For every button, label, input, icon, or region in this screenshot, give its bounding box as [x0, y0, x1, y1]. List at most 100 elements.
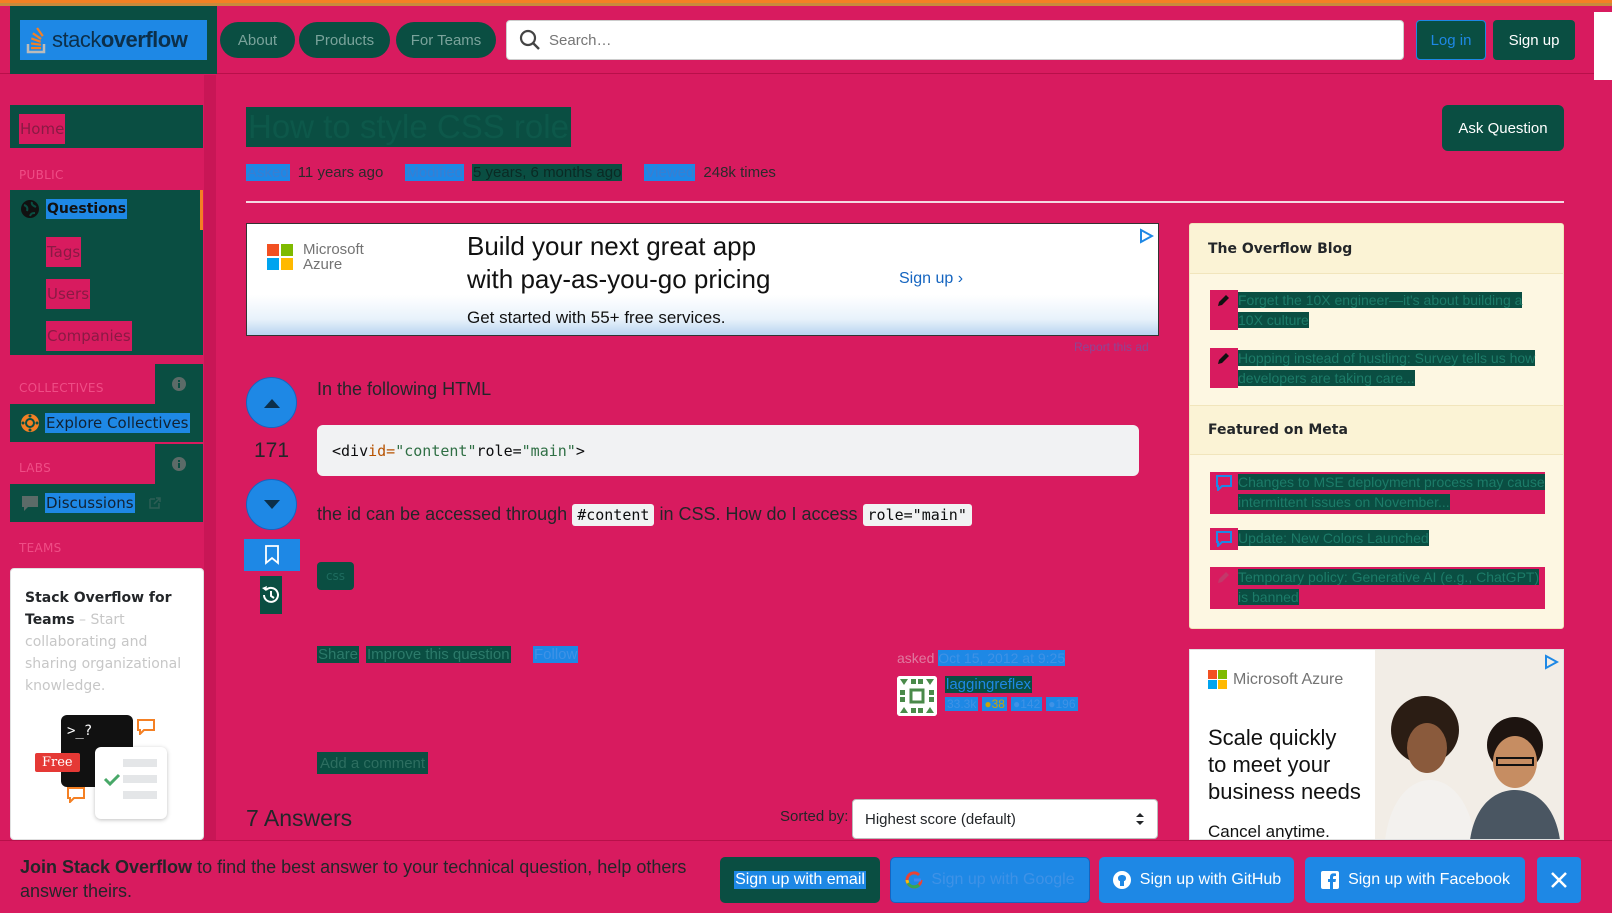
pencil-icon — [1218, 353, 1229, 364]
sort-select-value: Highest score (default) — [865, 810, 1016, 828]
modified-label: Modified — [405, 163, 465, 181]
vote-count: 171 — [253, 439, 290, 462]
external-link-icon — [148, 497, 161, 509]
question-body-text: the id can be accessed through #content … — [317, 504, 972, 526]
stackoverflow-logo[interactable]: stackoverflow — [20, 20, 207, 60]
sorted-by-label: Sorted by: — [780, 808, 849, 825]
overflow-blog-widget: The Overflow Blog Forget the 10X enginee… — [1189, 223, 1564, 629]
question-title[interactable]: How to style CSS role — [246, 107, 571, 147]
modified-value[interactable]: 5 years, 6 months ago — [472, 163, 623, 181]
meta-heading: Featured on Meta — [1190, 405, 1563, 455]
microsoft-logo-icon — [267, 244, 293, 270]
follow-link[interactable]: Follow — [533, 646, 579, 663]
adchoices-icon[interactable] — [1543, 654, 1559, 670]
logo-text-bold: overflow — [100, 27, 188, 52]
tag-css[interactable]: css — [317, 562, 354, 590]
close-banner-button[interactable] — [1537, 857, 1581, 903]
right-edge — [1594, 12, 1612, 80]
check-icon — [103, 759, 157, 799]
question-title-text: How to style CSS role — [248, 108, 569, 145]
asked-date[interactable]: Oct 15, 2012 at 9:25 — [938, 650, 1066, 666]
sidebar-section-collectives: COLLECTIVES — [19, 381, 104, 395]
chat-orange-icon — [67, 787, 85, 803]
sidebar-item-discussions[interactable]: Discussions — [10, 484, 203, 522]
signup-email-button[interactable]: Sign up with email — [720, 857, 880, 903]
sidebar-section-labs: LABS — [19, 461, 52, 475]
blog-item[interactable]: Hopping instead of hustling: Survey tell… — [1210, 348, 1545, 388]
nav-products[interactable]: Products — [299, 22, 390, 58]
sort-select[interactable]: Highest score (default) — [852, 799, 1158, 839]
meta-item[interactable]: Changes to MSE deployment process may ca… — [1210, 472, 1545, 514]
search-box[interactable] — [506, 20, 1404, 60]
inline-code-role: role="main" — [862, 504, 972, 526]
select-arrows-icon — [1136, 813, 1144, 825]
code-attr-role: role= — [476, 441, 522, 460]
improve-question-link[interactable]: Improve this question — [366, 646, 511, 663]
ad-side-line-4: Cancel anytime. — [1208, 822, 1330, 840]
blog-item-link[interactable]: Forget the 10X engineer—it's about build… — [1238, 292, 1523, 328]
sidebar-item-explore-collectives[interactable]: Explore Collectives — [10, 404, 203, 442]
code-val-id: "content" — [395, 441, 477, 460]
meta-item-link[interactable]: Changes to MSE deployment process may ca… — [1238, 474, 1545, 510]
inline-code-content: #content — [572, 504, 655, 526]
search-input[interactable] — [549, 31, 1349, 49]
info-icon — [172, 377, 186, 391]
add-comment-link[interactable]: Add a comment — [317, 752, 429, 774]
history-icon — [262, 586, 279, 603]
ad-banner-top[interactable]: Microsoft Azure Build your next great ap… — [246, 223, 1159, 336]
explore-collectives-label: Explore Collectives — [45, 413, 190, 433]
asked-label: Asked — [246, 163, 290, 181]
ad-side-line-3: business needs — [1208, 779, 1361, 804]
ask-question-button[interactable]: Ask Question — [1442, 105, 1564, 151]
collectives-info-button[interactable] — [155, 364, 203, 404]
question-body-intro: In the following HTML — [317, 379, 492, 399]
sidebar-item-tags[interactable]: Tags — [46, 237, 82, 267]
signup-google-button[interactable]: Sign up with Google — [890, 857, 1090, 903]
meta-item[interactable]: Temporary policy: Generative AI (e.g., C… — [1210, 567, 1545, 609]
share-link[interactable]: Share — [317, 646, 360, 663]
sidebar-item-questions[interactable]: Questions — [20, 199, 128, 219]
bookmark-button[interactable] — [244, 539, 300, 571]
sidebar-item-companies[interactable]: Companies — [46, 321, 132, 351]
stack-icon — [26, 27, 46, 54]
close-icon — [1551, 872, 1567, 888]
sidebar-item-users[interactable]: Users — [46, 279, 91, 309]
meta-chat-icon — [1216, 531, 1232, 547]
banner-message: Join Stack Overflow to find the best ans… — [20, 855, 700, 903]
meta-item-link[interactable]: Temporary policy: Generative AI (e.g., C… — [1238, 569, 1540, 605]
code-tag-open: <div — [332, 441, 369, 460]
ad-cta[interactable]: Sign up › — [899, 270, 963, 288]
meta-item[interactable]: Update: New Colors Launched — [1210, 528, 1545, 550]
asked-value: 11 years ago — [297, 163, 384, 181]
sidebar-companies-label: Companies — [46, 321, 132, 351]
history-button[interactable] — [260, 576, 282, 614]
meta-item-link[interactable]: Update: New Colors Launched — [1238, 530, 1429, 546]
ad-side[interactable]: Microsoft Azure Scale quickly to meet yo… — [1189, 649, 1564, 840]
signup-github-button[interactable]: Sign up with GitHub — [1099, 857, 1294, 903]
sidebar-users-label: Users — [46, 279, 91, 309]
viewed-value: 248k times — [703, 163, 776, 181]
sidebar-item-home[interactable]: Home — [10, 105, 203, 148]
labs-info-button[interactable] — [155, 444, 203, 484]
signup-facebook-button[interactable]: Sign up with Facebook — [1305, 857, 1525, 903]
sidebar-tags-label: Tags — [46, 237, 82, 267]
info-icon — [172, 457, 186, 471]
signup-button[interactable]: Sign up — [1493, 20, 1575, 60]
github-icon — [1112, 871, 1131, 889]
adchoices-icon[interactable] — [1138, 228, 1154, 244]
blog-item-link[interactable]: Hopping instead of hustling: Survey tell… — [1238, 350, 1536, 386]
gold-badges: ●38 — [982, 697, 1007, 711]
nav-about[interactable]: About — [220, 22, 295, 58]
ad-headline-1: Build your next great app — [467, 231, 757, 261]
search-icon — [519, 29, 540, 50]
user-avatar[interactable] — [897, 676, 937, 716]
user-name-link[interactable]: laggingreflex — [945, 676, 1033, 693]
login-button[interactable]: Log in — [1416, 20, 1486, 60]
downvote-button[interactable] — [246, 479, 297, 530]
code-attr-id: id= — [368, 441, 396, 460]
upvote-button[interactable] — [246, 377, 297, 428]
sidebar-home-label: Home — [19, 114, 66, 144]
blog-item[interactable]: Forget the 10X engineer—it's about build… — [1210, 290, 1545, 330]
report-ad-link[interactable]: Report this ad — [1074, 340, 1149, 354]
nav-for-teams[interactable]: For Teams — [396, 22, 496, 58]
